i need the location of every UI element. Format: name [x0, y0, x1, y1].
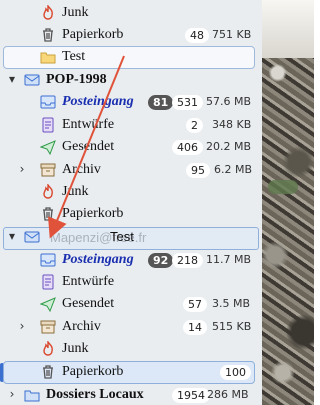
drag-arrow: [48, 55, 125, 239]
monitor-edge: [262, 0, 314, 58]
folder-pane: Junk Papierkorb 48 751 KB Test ▾ POP-199…: [0, 0, 262, 405]
moss-patch: [268, 180, 298, 194]
background-photo: [262, 0, 314, 405]
